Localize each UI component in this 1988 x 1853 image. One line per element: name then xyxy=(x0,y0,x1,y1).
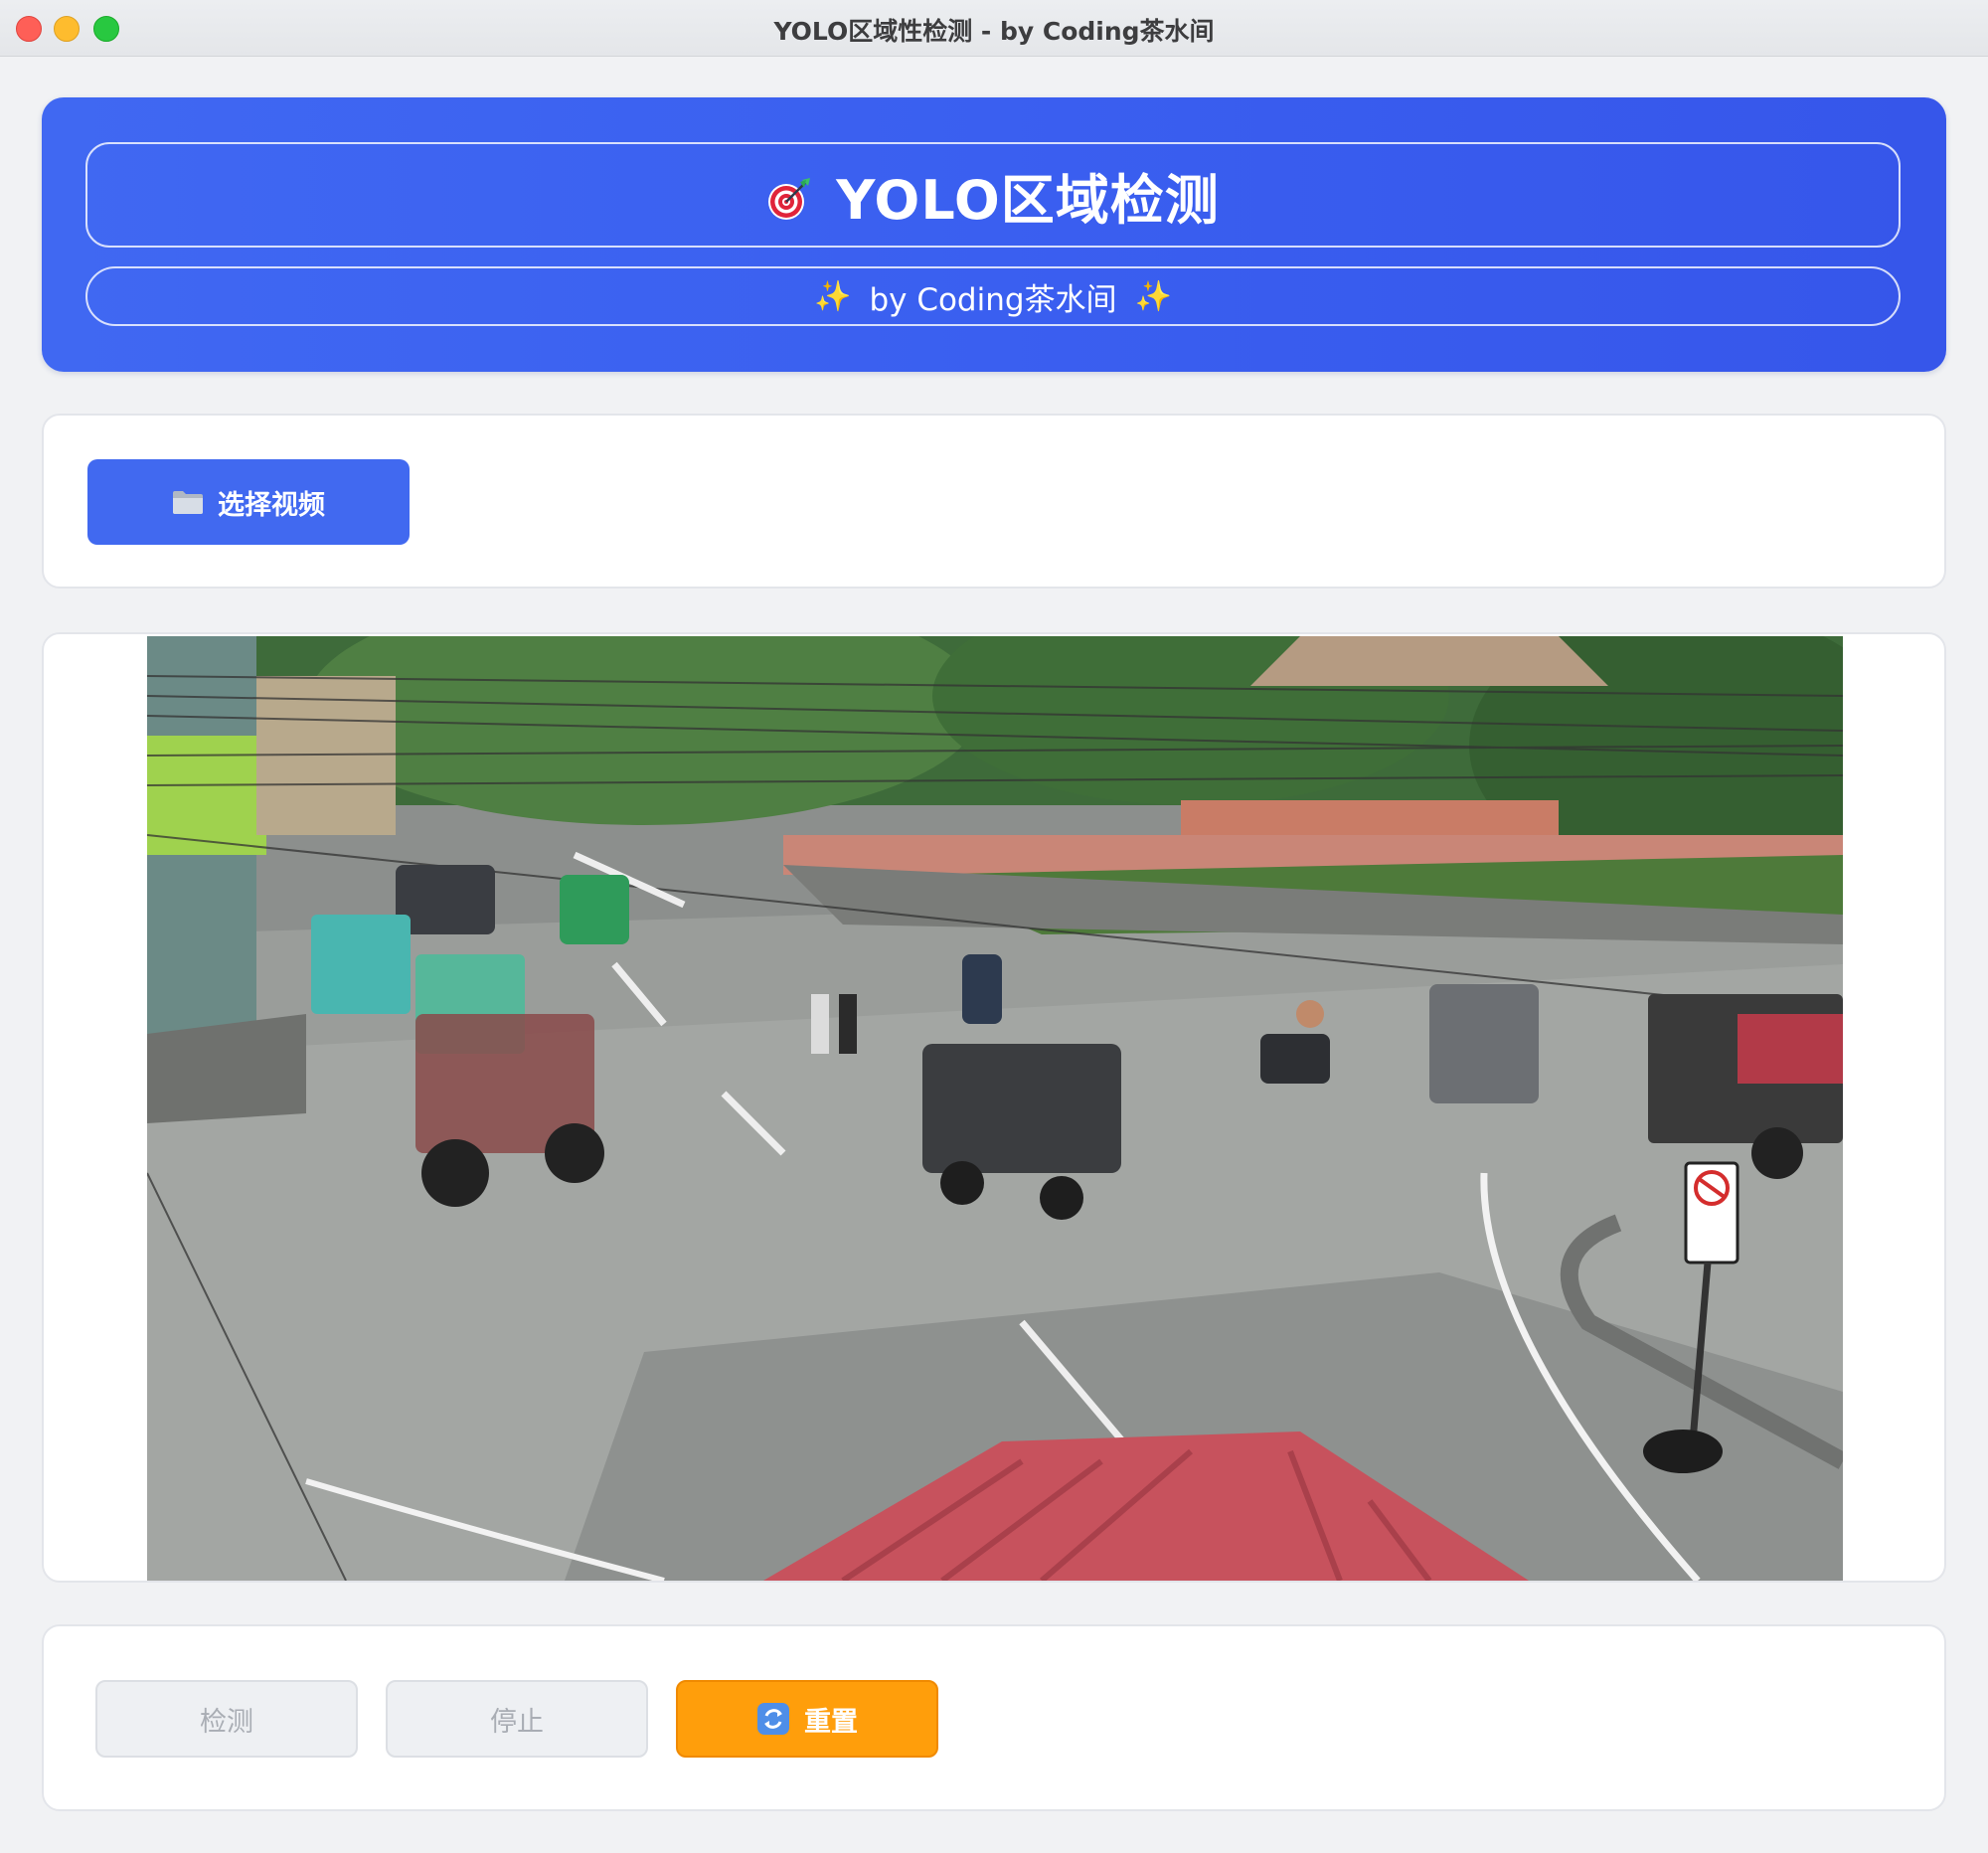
folder-icon xyxy=(173,491,203,514)
control-panel: 检测 停止 重置 xyxy=(42,1624,1946,1811)
street-scene-image xyxy=(147,636,1843,1581)
select-video-button[interactable]: 选择视频 xyxy=(87,459,410,545)
reset-label: 重置 xyxy=(804,1706,858,1738)
refresh-icon xyxy=(757,1703,789,1735)
stop-label: 停止 xyxy=(490,1706,544,1738)
sparkle-icon: ✨ xyxy=(814,278,852,314)
file-select-panel: 选择视频 xyxy=(42,414,1946,589)
detect-label: 检测 xyxy=(200,1706,253,1738)
reset-button[interactable]: 重置 xyxy=(676,1680,938,1758)
app-subtitle: by Coding茶水间 xyxy=(869,281,1117,318)
sparkle-icon: ✨ xyxy=(1134,278,1172,314)
video-panel xyxy=(42,632,1946,1583)
title-bar: YOLO区域性检测 - by Coding茶水间 xyxy=(0,0,1988,57)
title-box: YOLO区域检测 xyxy=(85,142,1901,248)
target-icon xyxy=(768,178,811,220)
video-frame xyxy=(147,636,1843,1581)
detect-button[interactable]: 检测 xyxy=(95,1680,358,1758)
header-banner: YOLO区域检测 ✨ by Coding茶水间 ✨ xyxy=(42,97,1946,372)
select-video-label: 选择视频 xyxy=(218,489,325,520)
app-window: YOLO区域性检测 - by Coding茶水间 YOLO区域检测 ✨ by C… xyxy=(0,0,1988,1853)
stop-button[interactable]: 停止 xyxy=(386,1680,648,1758)
window-title: YOLO区域性检测 - by Coding茶水间 xyxy=(773,17,1215,46)
subtitle-box: ✨ by Coding茶水间 ✨ xyxy=(85,266,1901,326)
app-title: YOLO区域检测 xyxy=(836,168,1220,232)
